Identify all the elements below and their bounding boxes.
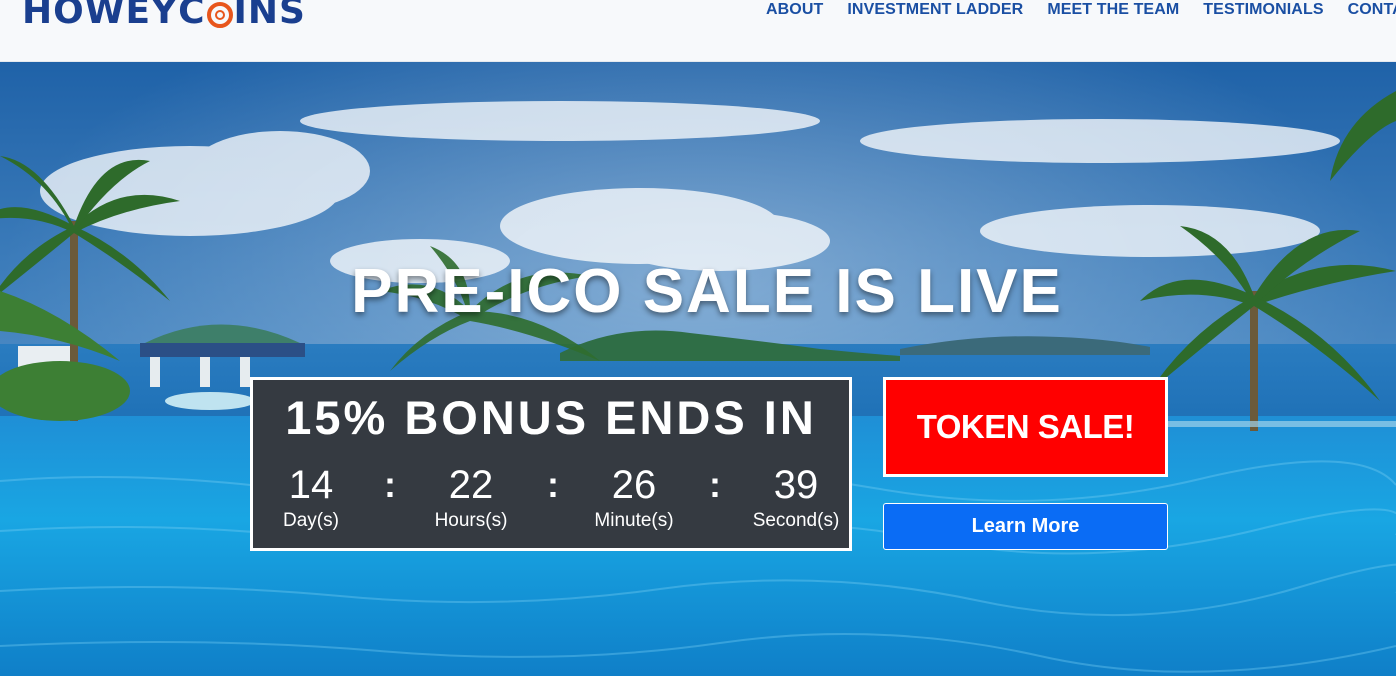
nav-testimonials[interactable]: TESTIMONIALS <box>1203 1 1323 19</box>
countdown-hours: 22 Hours(s) <box>416 462 526 532</box>
countdown-seconds-value: 39 <box>773 463 819 507</box>
token-sale-button[interactable]: TOKEN SALE! <box>883 377 1168 477</box>
countdown-seconds: 39 Second(s) <box>741 462 851 532</box>
resort-pool-background-image <box>0 61 1396 676</box>
countdown-minutes-value: 26 <box>611 463 657 507</box>
howeycoins-logo[interactable]: HOWEY C INS <box>22 0 306 30</box>
countdown-days-label: Day(s) <box>283 510 339 531</box>
logo-text-ins: INS <box>233 0 306 32</box>
countdown-days-value: 14 <box>288 463 334 507</box>
countdown-separator: : <box>384 464 396 505</box>
countdown-hours-label: Hours(s) <box>434 510 508 531</box>
hero-headline: PRE-ICO SALE IS LIVE <box>351 257 1063 326</box>
main-nav: ABOUT INVESTMENT LADDER MEET THE TEAM TE… <box>766 0 1396 20</box>
logo-text-c: C <box>178 0 206 32</box>
countdown-minutes: 26 Minute(s) <box>579 462 689 532</box>
learn-more-button[interactable]: Learn More <box>883 503 1168 550</box>
nav-contact[interactable]: CONTACT <box>1348 1 1396 19</box>
logo-text-howey: HOWEY <box>22 0 179 32</box>
countdown-seconds-label: Second(s) <box>752 510 840 531</box>
hero-section: PRE-ICO SALE IS LIVE 15% BONUS ENDS IN 1… <box>0 61 1396 676</box>
countdown-minutes-label: Minute(s) <box>594 510 674 531</box>
nav-meet-the-team[interactable]: MEET THE TEAM <box>1047 1 1179 19</box>
site-header: HOWEY C INS ABOUT INVESTMENT LADDER MEET T… <box>0 0 1396 62</box>
countdown-separator: : <box>709 464 721 505</box>
nav-about[interactable]: ABOUT <box>766 1 823 19</box>
nav-investment-ladder[interactable]: INVESTMENT LADDER <box>847 1 1023 19</box>
coin-ring-icon <box>206 2 233 28</box>
countdown-days: 14 Day(s) <box>256 462 366 532</box>
bonus-countdown-timer: 15% BONUS ENDS IN 14 Day(s) : 22 Hours(s… <box>250 377 852 551</box>
countdown-separator: : <box>547 464 559 505</box>
countdown-title: 15% BONUS ENDS IN <box>285 391 817 444</box>
countdown-hours-value: 22 <box>448 463 494 507</box>
